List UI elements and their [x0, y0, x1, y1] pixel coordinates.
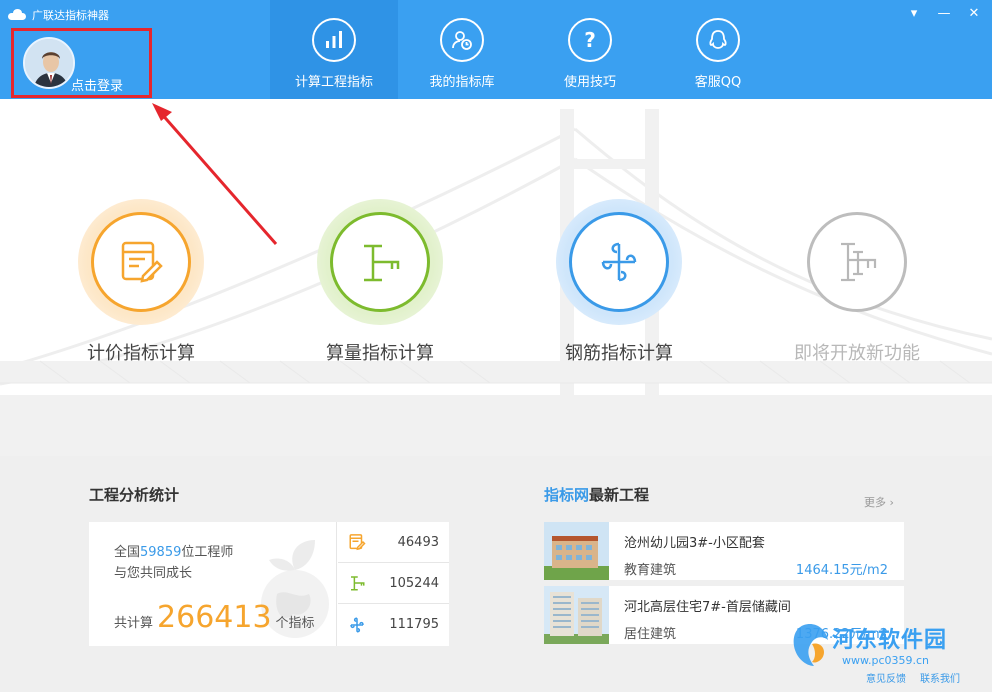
building-photo-icon: [544, 586, 609, 644]
stats-card: 全国59859位工程师 与您共同成长 共计算 266413 个指标 46493: [89, 522, 449, 646]
dropdown-menu-button[interactable]: ▾: [906, 6, 922, 22]
total-suffix: 个指标: [275, 616, 315, 631]
watermark-logo-icon: [793, 624, 828, 666]
footer-links: 意见反馈 联系我们: [866, 670, 960, 685]
watermark-text: 河东软件园: [832, 628, 948, 653]
project-thumbnail: [544, 586, 609, 644]
feedback-link[interactable]: 意见反馈: [866, 670, 906, 685]
feature-circle: [569, 212, 669, 312]
stats-line-1: 全国59859位工程师: [114, 542, 233, 563]
feature-label: 计价指标计算: [87, 343, 195, 364]
bar-chart-icon: [312, 18, 356, 62]
tab-support-qq[interactable]: 客服QQ: [654, 0, 782, 99]
feature-ring: [556, 199, 682, 325]
project-thumbnail: [544, 522, 609, 580]
minimize-button[interactable]: —: [936, 6, 952, 22]
more-link[interactable]: 更多 ›: [864, 494, 894, 510]
project-type: 教育建筑: [624, 563, 677, 578]
stats-breakdown: 46493 105244 111795: [338, 522, 449, 646]
login-area[interactable]: 点击登录: [11, 28, 152, 98]
project-type: 居住建筑: [624, 627, 677, 642]
window-controls: ▾ — ✕: [906, 6, 982, 22]
project-name: 沧州幼儿园3#-小区配套: [624, 536, 765, 551]
cloud-logo-icon: [8, 9, 26, 20]
feature-circle: [330, 212, 430, 312]
stat-value: 111795: [389, 617, 439, 632]
stat-row-pricing: 46493: [338, 522, 449, 563]
total-count: 266413: [157, 600, 272, 635]
app-title-text: 广联达指标神器: [32, 9, 109, 22]
tab-label: 使用技巧: [563, 75, 616, 90]
tab-my-library[interactable]: 我的指标库: [398, 0, 526, 99]
tab-label: 计算工程指标: [294, 75, 373, 90]
tab-usage-tips[interactable]: ? 使用技巧: [526, 0, 654, 99]
project-item[interactable]: 沧州幼儿园3#-小区配套 教育建筑 1464.15元/m2: [544, 522, 904, 580]
close-button[interactable]: ✕: [966, 6, 982, 22]
feature-label: 算量指标计算: [326, 343, 434, 364]
feature-ring: [317, 199, 443, 325]
pricing-edit-icon: [349, 534, 366, 551]
pricing-edit-icon: [121, 241, 163, 283]
feature-area: 计价指标计算 算量指标计算 钢筋指标计算 即将开放新功能: [0, 99, 992, 456]
coming-soon-icon: [841, 242, 877, 282]
projects-title-rest: 最新工程: [589, 486, 650, 504]
qq-icon: [696, 18, 740, 62]
rebar-hook-icon: [350, 617, 364, 632]
building-photo-icon: [544, 522, 609, 580]
rebar-hook-icon: [601, 242, 637, 282]
feature-ring: [78, 199, 204, 325]
stats-line-2: 与您共同成长: [114, 566, 193, 581]
stat-row-quantity: 105244: [338, 563, 449, 604]
feature-quantity-indicator[interactable]: 算量指标计算: [280, 199, 480, 365]
quantity-beam-icon: [364, 244, 400, 282]
login-link[interactable]: 点击登录: [71, 75, 123, 94]
stat-value: 46493: [397, 534, 439, 550]
feature-circle: [807, 212, 907, 312]
stats-summary: 全国59859位工程师 与您共同成长 共计算 266413 个指标: [89, 522, 337, 646]
quantity-beam-icon: [351, 576, 365, 591]
title-bar: 广联达指标神器 ▾ — ✕ 点击登录 计算工程指标 我的指标库 ? 使用技巧 客…: [0, 0, 992, 99]
feature-ring: [794, 199, 920, 325]
feature-pricing-indicator[interactable]: 计价指标计算: [41, 199, 241, 365]
watermark-url: www.pc0359.cn: [842, 654, 930, 667]
stats-description: 全国59859位工程师 与您共同成长: [114, 542, 233, 584]
feature-label: 即将开放新功能: [794, 343, 920, 364]
contact-link[interactable]: 联系我们: [920, 670, 960, 685]
main-nav: 计算工程指标 我的指标库 ? 使用技巧 客服QQ: [270, 0, 782, 99]
question-icon: ?: [568, 18, 612, 62]
feature-label: 钢筋指标计算: [565, 343, 673, 364]
user-clock-icon: [440, 18, 484, 62]
feature-coming-soon: 即将开放新功能: [757, 199, 957, 365]
project-name: 河北高层住宅7#-首层储藏间: [624, 600, 791, 615]
user-avatar-icon: [25, 39, 73, 87]
svg-text:?: ?: [584, 29, 596, 51]
app-title: 广联达指标神器: [8, 7, 109, 23]
engineer-count: 59859: [140, 545, 182, 560]
projects-title: 指标网最新工程: [544, 484, 649, 505]
stats-prefix: 全国: [114, 545, 141, 560]
projects-title-highlight: 指标网: [544, 486, 590, 504]
total-prefix: 共计算: [114, 616, 154, 631]
stats-suffix: 位工程师: [181, 545, 234, 560]
stat-row-rebar: 111795: [338, 604, 449, 645]
stat-value: 105244: [389, 575, 439, 591]
avatar[interactable]: [23, 37, 75, 89]
feature-rebar-indicator[interactable]: 钢筋指标计算: [519, 199, 719, 365]
feature-circle: [91, 212, 191, 312]
tab-label: 我的指标库: [429, 75, 495, 90]
tab-label: 客服QQ: [694, 75, 742, 90]
project-price: 1464.15元/m2: [795, 563, 888, 578]
tab-calculate-indicators[interactable]: 计算工程指标: [270, 0, 398, 99]
total-line: 共计算 266413 个指标: [114, 600, 315, 635]
stats-title: 工程分析统计: [89, 486, 180, 504]
